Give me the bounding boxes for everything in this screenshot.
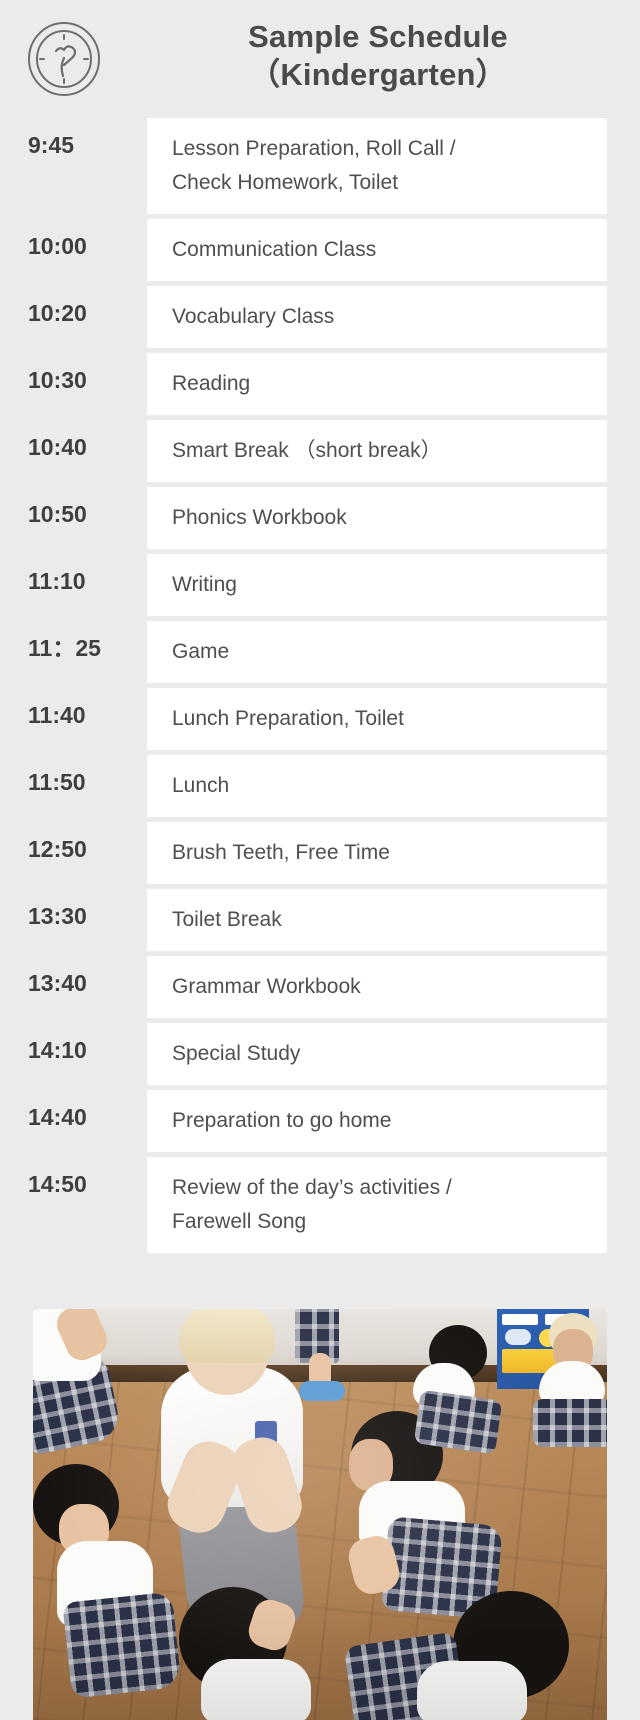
schedule-time: 10:50 [28,501,87,527]
page-title-line-1: Sample Schedule [248,19,508,54]
schedule-activity: Writing [147,554,607,616]
page-header: Sample Schedule （Kindergarten） [0,0,640,118]
schedule-time: 9:45 [28,132,75,158]
schedule-activity: Review of the day’s activities / Farewell… [147,1157,607,1253]
schedule-row: 13:40 Grammar Workbook [0,956,640,1018]
schedule-activity-line: Writing [172,573,237,596]
schedule-activity: Communication Class [147,219,607,281]
schedule-activity: Vocabulary Class [147,286,607,348]
schedule-activity-line: Game [172,640,230,663]
schedule-activity-line: Lesson Preparation, Roll Call / [172,137,456,160]
schedule-row: 11:40 Lunch Preparation, Toilet [0,688,640,750]
schedule-time: 11:50 [28,769,86,795]
schedule-row: 10:20 Vocabulary Class [0,286,640,348]
schedule-activity: Preparation to go home [147,1090,607,1152]
clock-icon [26,21,102,97]
schedule-row: 14:40 Preparation to go home [0,1090,640,1152]
schedule-activity-line: Special Study [172,1042,301,1065]
schedule-activity-line: Smart Break （short break） [172,439,442,462]
photo-child-shirt-3 [201,1659,311,1720]
page-title-line-2: （Kindergarten） [249,57,507,92]
photo-child-skirt-6 [413,1389,503,1455]
schedule-time: 14:40 [28,1104,87,1130]
schedule-row: 10:50 Phonics Workbook [0,487,640,549]
schedule-row: 11:10 Writing [0,554,640,616]
schedule-activity-line: Brush Teeth, Free Time [172,841,390,864]
schedule-activity: Toilet Break [147,889,607,951]
schedule-activity-line: Communication Class [172,238,377,261]
schedule-activity-line: Reading [172,372,251,395]
schedule-activity-line: Vocabulary Class [172,305,335,328]
schedule-time: 10:40 [28,434,87,460]
schedule-time: 10:00 [28,233,87,259]
schedule-time: 12:50 [28,836,87,862]
schedule-activity: Special Study [147,1023,607,1085]
schedule-activity-line: Phonics Workbook [172,506,347,529]
schedule-row: 10:40 Smart Break （short break） [0,420,640,482]
schedule-time: 11:40 [28,702,86,728]
schedule-time: 14:50 [28,1171,87,1197]
schedule-activity-line: Review of the day’s activities / [172,1176,452,1199]
schedule-activity-line: Preparation to go home [172,1109,392,1132]
schedule-time: 13:40 [28,970,87,996]
schedule-activity-line: Lunch Preparation, Toilet [172,707,404,730]
photo-child-skirt-7 [533,1399,607,1447]
schedule-row: 13:30 Toilet Break [0,889,640,951]
schedule-time: 11：25 [28,635,101,661]
photo-child-shoe-8 [299,1381,345,1401]
photo-floor [33,1309,607,1720]
schedule-row: 14:50 Review of the day’s activities / Far… [0,1157,640,1253]
schedule-activity: Grammar Workbook [147,956,607,1018]
schedule-activity-line: Lunch [172,774,230,797]
photo-teacher-hair [179,1309,275,1363]
schedule-row: 10:30 Reading [0,353,640,415]
schedule-activity: Lesson Preparation, Roll Call / Check Hom… [147,118,607,214]
schedule-time: 13:30 [28,903,87,929]
schedule-activity-line: Toilet Break [172,908,282,931]
schedule-activity-line: Grammar Workbook [172,975,361,998]
schedule-activity: Phonics Workbook [147,487,607,549]
schedule-activity: Lunch [147,755,607,817]
schedule-row: 9:45 Lesson Preparation, Roll Call / Check… [0,118,640,214]
schedule-row: 14:10 Special Study [0,1023,640,1085]
schedule-row: 11：25 Game [0,621,640,683]
schedule-row: 12:50 Brush Teeth, Free Time [0,822,640,884]
schedule-time: 10:20 [28,300,87,326]
schedule-row: 11:50 Lunch [0,755,640,817]
schedule-activity: Lunch Preparation, Toilet [147,688,607,750]
schedule-time: 14:10 [28,1037,87,1063]
schedule-activity: Smart Break （short break） [147,420,607,482]
classroom-photo [33,1309,607,1720]
schedule-row: 10:00 Communication Class [0,219,640,281]
photo-child-skirt-2 [62,1591,182,1699]
schedule-activity: Game [147,621,607,683]
schedule-activity-line: Check Homework, Toilet [172,171,399,194]
schedule-activity: Brush Teeth, Free Time [147,822,607,884]
photo-child-shirt-5 [417,1661,527,1720]
schedule-time: 11:10 [28,568,86,594]
page-title: Sample Schedule （Kindergarten） [148,18,608,94]
schedule-activity: Reading [147,353,607,415]
schedule-list: 9:45 Lesson Preparation, Roll Call / Check… [0,118,640,1253]
schedule-time: 10:30 [28,367,87,393]
schedule-activity-line: Farewell Song [172,1210,307,1233]
